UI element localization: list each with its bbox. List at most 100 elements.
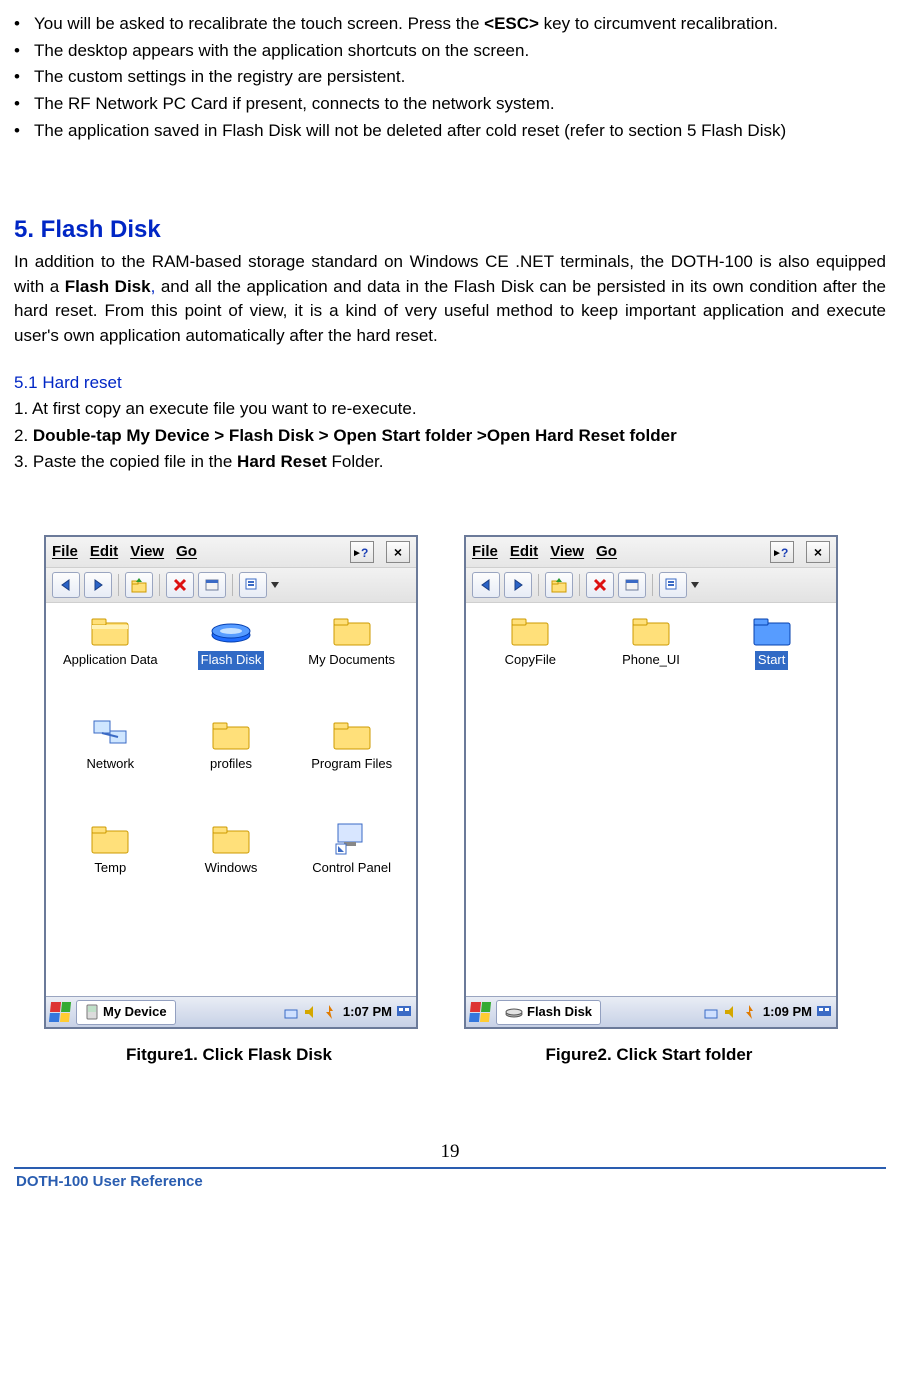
desktop-tray-icon[interactable] [396,1004,412,1020]
network-icon [89,715,131,753]
shortcut-control-panel[interactable]: Control Panel [291,819,412,919]
text-bold: <ESC> [484,14,539,33]
text: Folder. [327,452,384,471]
drive-icon [210,611,252,649]
menubar: File Edit View Go ▸? × [466,537,836,568]
text-bold: Double-tap My Device > Flash Disk > Open… [33,426,677,445]
properties-button[interactable] [618,572,646,598]
start-button[interactable] [469,1002,491,1022]
close-button[interactable]: × [386,541,410,563]
label: Phone_UI [622,651,680,670]
help-button[interactable]: ▸? [350,541,374,563]
folder-icon [89,819,131,857]
content-area[interactable]: CopyFile Phone_UI Start [466,603,836,996]
delete-button[interactable] [586,572,614,598]
list-item: You will be asked to recalibrate the tou… [14,12,886,37]
taskbar-label[interactable]: My Device [76,1000,176,1025]
volume-tray-icon[interactable] [723,1004,739,1020]
menu-file[interactable]: File [52,541,78,563]
menu-view[interactable]: View [550,541,584,563]
content-area[interactable]: Application Data Flash Disk My Documents… [46,603,416,996]
back-button[interactable] [472,572,500,598]
dropdown-arrow-icon[interactable] [271,582,279,588]
folder-icon [751,611,793,649]
menu-edit[interactable]: Edit [90,541,118,563]
drive-flash-disk[interactable]: Flash Disk [171,611,292,711]
folder-profiles[interactable]: profiles [171,715,292,815]
network-tray-icon[interactable] [283,1004,299,1020]
toolbar [466,568,836,603]
label: profiles [210,755,252,774]
up-button[interactable] [545,572,573,598]
folder-phone-ui[interactable]: Phone_UI [591,611,712,711]
taskbar: Flash Disk 1:09 PM [466,996,836,1027]
folder-program-files[interactable]: Program Files [291,715,412,815]
folder-application-data[interactable]: Application Data [50,611,171,711]
folder-network[interactable]: Network [50,715,171,815]
text: My Device [103,1003,167,1022]
step: 1. At first copy an execute file you wan… [14,397,886,422]
properties-icon [625,578,639,592]
bullet-list: You will be asked to recalibrate the tou… [14,12,886,143]
svg-text:?: ? [781,546,788,559]
folder-temp[interactable]: Temp [50,819,171,919]
delete-button[interactable] [166,572,194,598]
label: My Documents [308,651,395,670]
menu-view[interactable]: View [130,541,164,563]
arrow-left-icon [479,578,493,592]
footer: DOTH-100 User Reference [14,1169,886,1199]
up-button[interactable] [125,572,153,598]
folder-icon [210,819,252,857]
svg-text:▸: ▸ [354,547,360,559]
folder-icon [630,611,672,649]
menu-edit[interactable]: Edit [510,541,538,563]
label: CopyFile [505,651,556,670]
folder-icon [331,715,373,753]
folder-up-icon [131,577,147,593]
taskbar-label[interactable]: Flash Disk [496,1000,601,1025]
arrow-left-icon [59,578,73,592]
window: File Edit View Go ▸? × Co [464,535,838,1029]
start-button[interactable] [49,1002,71,1022]
power-tray-icon[interactable] [323,1004,339,1020]
folder-copyfile[interactable]: CopyFile [470,611,591,711]
clock: 1:09 PM [763,1003,812,1022]
network-tray-icon[interactable] [703,1004,719,1020]
disk-icon [505,1006,523,1018]
properties-button[interactable] [198,572,226,598]
back-button[interactable] [52,572,80,598]
folder-start[interactable]: Start [711,611,832,711]
list-item: The RF Network PC Card if present, conne… [14,92,886,117]
help-button[interactable]: ▸? [770,541,794,563]
tray: 1:09 PM [703,1003,832,1022]
arrow-right-icon [511,578,525,592]
view-icon [245,578,261,592]
list-item: The custom settings in the registry are … [14,65,886,90]
text: 3. Paste the copied file in the [14,452,237,471]
figure-1: File Edit View Go ▸? × Ap [44,535,414,1068]
forward-button[interactable] [504,572,532,598]
desktop-tray-icon[interactable] [816,1004,832,1020]
control-panel-icon [331,819,373,857]
folder-my-documents[interactable]: My Documents [291,611,412,711]
view-button[interactable] [239,572,267,598]
forward-button[interactable] [84,572,112,598]
arrow-right-icon [91,578,105,592]
label: Temp [94,859,126,878]
menu-file[interactable]: File [472,541,498,563]
close-button[interactable]: × [806,541,830,563]
view-button[interactable] [659,572,687,598]
power-tray-icon[interactable] [743,1004,759,1020]
folder-windows[interactable]: Windows [171,819,292,919]
device-icon [85,1004,99,1020]
view-icon [665,578,681,592]
menu-go[interactable]: Go [596,541,617,563]
figure-caption: Fitgure1. Click Flask Disk [44,1043,414,1068]
clock: 1:07 PM [343,1003,392,1022]
volume-tray-icon[interactable] [303,1004,319,1020]
help-cursor-icon: ▸? [354,545,370,559]
dropdown-arrow-icon[interactable] [691,582,699,588]
text-bold: Flash Disk [65,277,151,296]
menu-go[interactable]: Go [176,541,197,563]
svg-text:?: ? [361,546,368,559]
